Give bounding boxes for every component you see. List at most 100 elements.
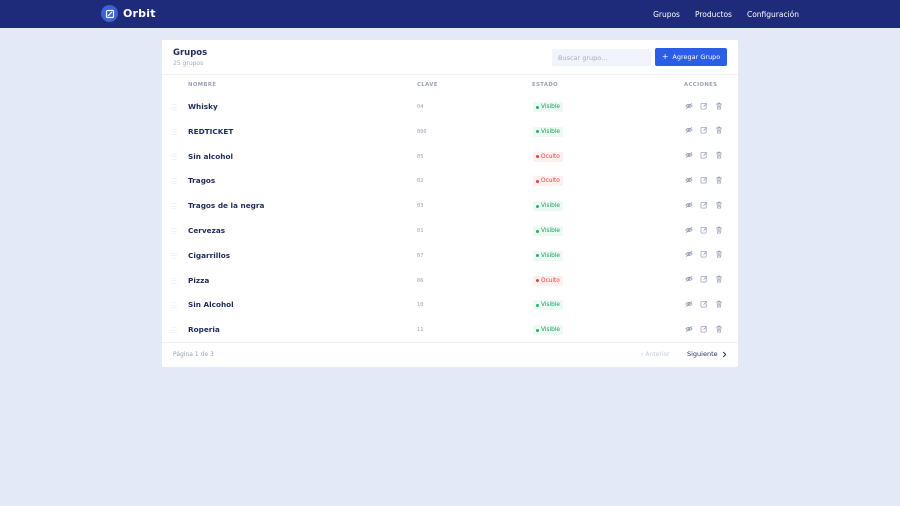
trash-icon [715, 226, 723, 234]
status-dot-icon [536, 204, 539, 208]
delete-button[interactable] [715, 126, 723, 135]
delete-button[interactable] [715, 275, 723, 284]
group-name[interactable]: Cigarrillos [188, 251, 230, 260]
status-label: Visible [541, 302, 560, 309]
previous-page-label: Anterior [645, 351, 670, 358]
delete-button[interactable] [715, 225, 723, 234]
status-dot-icon [536, 105, 539, 109]
previous-page-button[interactable]: ‹ Anterior [641, 351, 670, 358]
table-row[interactable]: Cervezas 01 Visible [162, 219, 738, 244]
group-name[interactable]: REDTICKET [188, 127, 233, 136]
row-actions [685, 101, 723, 110]
edit-icon [700, 126, 708, 134]
toggle-visibility-button[interactable] [685, 200, 693, 209]
table-row[interactable]: Whisky 04 Visible [162, 95, 738, 120]
eye-off-icon [685, 226, 693, 234]
table-row[interactable]: REDTICKET 000 Visible [162, 120, 738, 145]
delete-button[interactable] [715, 324, 723, 333]
edit-button[interactable] [700, 151, 708, 160]
group-name[interactable]: Tragos de la negra [188, 201, 264, 210]
status-dot-icon [536, 279, 539, 283]
status-badge: Visible [533, 201, 563, 212]
drag-handle-icon[interactable] [171, 302, 177, 309]
edit-button[interactable] [700, 200, 708, 209]
group-name[interactable]: Roperia [188, 325, 220, 334]
table-row[interactable]: Cigarrillos 07 Visible [162, 244, 738, 269]
toggle-visibility-button[interactable] [685, 151, 693, 160]
drag-handle-icon[interactable] [171, 153, 177, 160]
drag-handle-icon[interactable] [171, 128, 177, 135]
edit-button[interactable] [700, 324, 708, 333]
edit-button[interactable] [700, 175, 708, 184]
edit-button[interactable] [700, 275, 708, 284]
table-row[interactable]: Pizza 06 Oculto [162, 269, 738, 294]
group-key: 10 [417, 302, 424, 309]
drag-handle-icon[interactable] [171, 203, 177, 210]
drag-handle-icon[interactable] [171, 327, 177, 334]
status-badge: Visible [533, 226, 563, 236]
add-group-label: Agregar Grupo [672, 53, 721, 61]
top-navbar: Orbit Grupos Productos Configuración [0, 0, 900, 28]
row-actions [685, 299, 723, 308]
toggle-visibility-button[interactable] [685, 275, 693, 284]
nav-item-productos[interactable]: Productos [695, 10, 732, 19]
toggle-visibility-button[interactable] [685, 175, 693, 184]
next-page-label: Siguiente [687, 350, 718, 358]
edit-button[interactable] [700, 250, 708, 259]
nav-item-configuracion[interactable]: Configuración [747, 10, 799, 19]
table-row[interactable]: Tragos 02 Oculto [162, 169, 738, 194]
table-row[interactable]: Sin Alcohol 10 Visible [162, 293, 738, 318]
table-row[interactable]: Roperia 11 Visible [162, 318, 738, 343]
groups-card: Grupos 25 grupos + Agregar Grupo NOMBRE … [162, 40, 738, 367]
group-name[interactable]: Sin Alcohol [188, 300, 234, 309]
delete-button[interactable] [715, 175, 723, 184]
next-page-button[interactable]: Siguiente [687, 350, 727, 358]
trash-icon [715, 176, 723, 184]
status-label: Visible [541, 252, 560, 259]
edit-icon [700, 300, 708, 308]
edit-button[interactable] [700, 225, 708, 234]
eye-off-icon [685, 176, 693, 184]
row-actions [685, 250, 723, 259]
drag-handle-icon[interactable] [171, 228, 177, 234]
nav-item-grupos[interactable]: Grupos [653, 10, 680, 19]
group-name[interactable]: Whisky [188, 102, 218, 111]
toggle-visibility-button[interactable] [685, 299, 693, 308]
group-name[interactable]: Tragos [188, 176, 215, 185]
drag-handle-icon[interactable] [171, 277, 177, 284]
drag-handle-icon[interactable] [171, 104, 177, 110]
toggle-visibility-button[interactable] [685, 101, 693, 110]
group-key: 11 [417, 327, 424, 334]
status-label: Visible [541, 327, 560, 334]
group-name[interactable]: Pizza [188, 276, 209, 285]
toggle-visibility-button[interactable] [685, 126, 693, 135]
add-group-button[interactable]: + Agregar Grupo [655, 48, 727, 66]
column-header-actions: ACCIONES [684, 82, 718, 88]
search-input[interactable] [552, 49, 651, 66]
status-dot-icon [536, 254, 539, 258]
drag-handle-icon[interactable] [171, 252, 177, 259]
drag-handle-icon[interactable] [171, 178, 177, 185]
status-badge: Visible [533, 300, 563, 311]
status-dot-icon [536, 155, 539, 159]
table-row[interactable]: Tragos de la negra 03 Visible [162, 194, 738, 219]
group-name[interactable]: Cervezas [188, 226, 225, 235]
delete-button[interactable] [715, 101, 723, 110]
edit-icon [700, 201, 708, 209]
toggle-visibility-button[interactable] [685, 250, 693, 259]
delete-button[interactable] [715, 250, 723, 259]
toggle-visibility-button[interactable] [685, 324, 693, 333]
delete-button[interactable] [715, 151, 723, 160]
status-label: Visible [541, 228, 560, 234]
delete-button[interactable] [715, 299, 723, 308]
edit-button[interactable] [700, 299, 708, 308]
group-key: 04 [417, 104, 424, 110]
toggle-visibility-button[interactable] [685, 225, 693, 234]
brand[interactable]: Orbit [101, 5, 156, 22]
edit-button[interactable] [700, 126, 708, 135]
group-name[interactable]: Sin alcohol [188, 152, 233, 161]
table-row[interactable]: Sin alcohol 05 Oculto [162, 145, 738, 170]
edit-button[interactable] [700, 101, 708, 110]
delete-button[interactable] [715, 200, 723, 209]
chevron-right-icon [722, 351, 727, 357]
